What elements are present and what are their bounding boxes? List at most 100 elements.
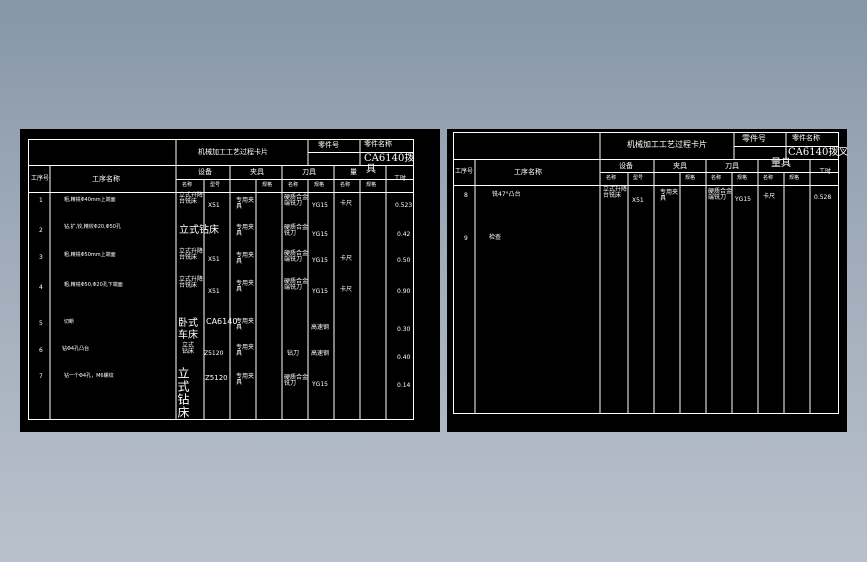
table-row-4-tool-spec: YG15 — [312, 288, 328, 295]
table-row-7-fixture: 专用夹具 — [236, 373, 255, 386]
table-row-4-equip: 立式升降台铣床 — [179, 276, 204, 289]
table-row-3-hours: 0.50 — [397, 257, 411, 264]
table-row-2-fixture: 专用夹具 — [236, 224, 255, 237]
table-row-5-model: CA6140 — [206, 317, 238, 326]
header-gauge-ext: 具 — [366, 164, 376, 175]
table-row-3-model: X51 — [208, 256, 220, 263]
header-op: 工序名称 — [92, 175, 120, 183]
table-row-7-tool-spec: YG15 — [312, 381, 328, 388]
table-row-7-seq: 7 — [39, 373, 43, 380]
cad-viewport[interactable]: { "left_card": { "title": "机械加工工艺过程卡片", … — [0, 0, 867, 562]
table-row-2-hours: 0.42 — [397, 231, 411, 238]
subheader-fixture-spec: 规格 — [262, 182, 273, 188]
subheader-gauge-spec: 规格 — [366, 182, 377, 188]
table-row-2-equip: 立式钻床 — [179, 225, 219, 236]
header-hours: 工时 — [394, 175, 407, 182]
table-row-3-op: 粗,精铣Φ50mm上端面 — [64, 252, 116, 258]
table-row-1-fixture: 专用夹具 — [236, 197, 255, 210]
table-row-3-tool-spec: YG15 — [312, 257, 328, 264]
table-row-1-gauge: 卡尺 — [340, 200, 353, 207]
process-card-right[interactable]: 机械加工工艺过程卡片 零件号 零件名称 CA6140拨叉 工序号 工序名称 设备… — [447, 129, 849, 432]
table-grid-right — [453, 132, 839, 414]
header-fixture: 夹具 — [673, 162, 687, 170]
table-row-1-hours: 0.523 — [395, 202, 413, 209]
header-fixture: 夹具 — [250, 168, 264, 176]
table-row-7-tool: 硬质合金铣刀 — [284, 374, 309, 387]
table-row-3-fixture: 专用夹具 — [236, 252, 255, 265]
table-row-4-tool: 硬质合金端铣刀 — [284, 278, 309, 291]
header-gauge: 量 — [350, 168, 357, 176]
subheader-tool-spec: 规格 — [314, 182, 325, 188]
table-row-7-equip: 立式钻床 — [176, 367, 190, 419]
table-row-4-op: 粗,精铣Φ50,Φ20孔下端面 — [64, 282, 123, 288]
table-row-4-fixture: 专用夹具 — [236, 280, 255, 293]
table-row-8-tool: 硬质合金端铣刀 — [708, 188, 733, 201]
table-row-8-gauge: 卡尺 — [763, 193, 776, 200]
table-row-4-model: X51 — [208, 288, 220, 295]
table-row-6-hours: 0.40 — [397, 354, 411, 361]
subheader-gauge-spec: 规格 — [789, 175, 800, 181]
table-row-1-tool: 硬质合金端铣刀 — [284, 194, 309, 207]
header-tool: 刀具 — [302, 168, 316, 176]
table-row-5-op: 切断 — [64, 319, 75, 325]
table-row-9-seq: 9 — [464, 235, 468, 242]
table-row-8-fixture: 专用夹具 — [660, 189, 679, 202]
subheader-model: 型号 — [633, 175, 644, 181]
table-row-3-seq: 3 — [39, 254, 43, 261]
part-no-label: 零件号 — [318, 141, 339, 149]
subheader-gauge-name: 名称 — [340, 182, 351, 188]
table-row-4-seq: 4 — [39, 284, 43, 291]
table-row-4-gauge: 卡尺 — [340, 286, 353, 293]
subheader-tool-spec: 规格 — [737, 175, 748, 181]
header-equip: 设备 — [198, 168, 212, 176]
table-row-2-seq: 2 — [39, 227, 43, 234]
subheader-gauge-name: 名称 — [763, 175, 774, 181]
header-seq: 工序号 — [31, 175, 50, 182]
header-hours: 工时 — [819, 168, 832, 175]
subheader-tool-name: 名称 — [711, 175, 722, 181]
part-name-label: 零件名称 — [364, 140, 392, 148]
table-grid-left — [28, 139, 414, 420]
header-seq: 工序号 — [455, 168, 474, 175]
table-row-8-op: 铣47°凸台 — [492, 191, 521, 198]
header-equip: 设备 — [619, 162, 633, 170]
subheader-fixture-spec: 规格 — [685, 175, 696, 181]
part-name-value: CA6140拨 — [364, 153, 415, 164]
table-row-9-op: 检查 — [489, 234, 502, 241]
table-row-6-tool-spec: 高速钢 — [311, 350, 330, 357]
part-name-value: CA6140拨叉 — [788, 147, 849, 158]
process-card-left[interactable]: 机械加工工艺过程卡片 零件号 零件名称 CA6140拨 工序号 工序名称 设备 … — [20, 129, 440, 432]
table-row-2-tool: 硬质合金铣刀 — [284, 224, 309, 237]
card-title: 机械加工工艺过程卡片 — [627, 140, 707, 149]
table-row-6-op: 钻Φ4孔凸台 — [62, 346, 90, 352]
table-row-3-equip: 立式升降台铣床 — [179, 248, 204, 261]
table-row-5-fixture: 专用夹具 — [236, 318, 255, 331]
table-row-4-hours: 0.90 — [397, 288, 411, 295]
subheader-model: 型号 — [210, 182, 221, 188]
table-row-1-tool-spec: YG15 — [312, 202, 328, 209]
table-row-7-op: 钻一个Φ4孔，M6螺纹 — [64, 373, 114, 379]
table-row-2-tool-spec: YG15 — [312, 231, 328, 238]
table-row-6-tool: 钻刀 — [287, 350, 300, 357]
table-row-3-tool: 硬质合金端铣刀 — [284, 250, 309, 263]
table-row-6-model: Z5120 — [204, 350, 224, 357]
table-row-8-model: X51 — [632, 197, 644, 204]
part-name-label: 零件名称 — [792, 134, 820, 142]
subheader-name: 名称 — [182, 182, 193, 188]
table-row-1-model: X51 — [208, 202, 220, 209]
header-tool: 刀具 — [725, 162, 739, 170]
table-row-8-seq: 8 — [464, 192, 468, 199]
header-gauge: 量具 — [771, 158, 791, 169]
table-row-1-equip: 立式升降台铣床 — [179, 192, 204, 205]
table-row-8-equip: 立式升降台铣床 — [603, 186, 628, 199]
subheader-name-tool: 名称 — [288, 182, 299, 188]
table-row-5-equip: 卧式车床 — [178, 318, 198, 341]
card-title: 机械加工工艺过程卡片 — [198, 148, 268, 156]
table-row-8-tool-spec: YG15 — [735, 196, 751, 203]
table-row-3-gauge: 卡尺 — [340, 255, 353, 262]
part-no-label: 零件号 — [742, 134, 766, 143]
table-row-1-seq: 1 — [39, 197, 43, 204]
table-row-5-tool-spec: 高速钢 — [311, 324, 330, 331]
table-row-5-hours: 0.30 — [397, 326, 411, 333]
subheader-name: 名称 — [606, 175, 617, 181]
